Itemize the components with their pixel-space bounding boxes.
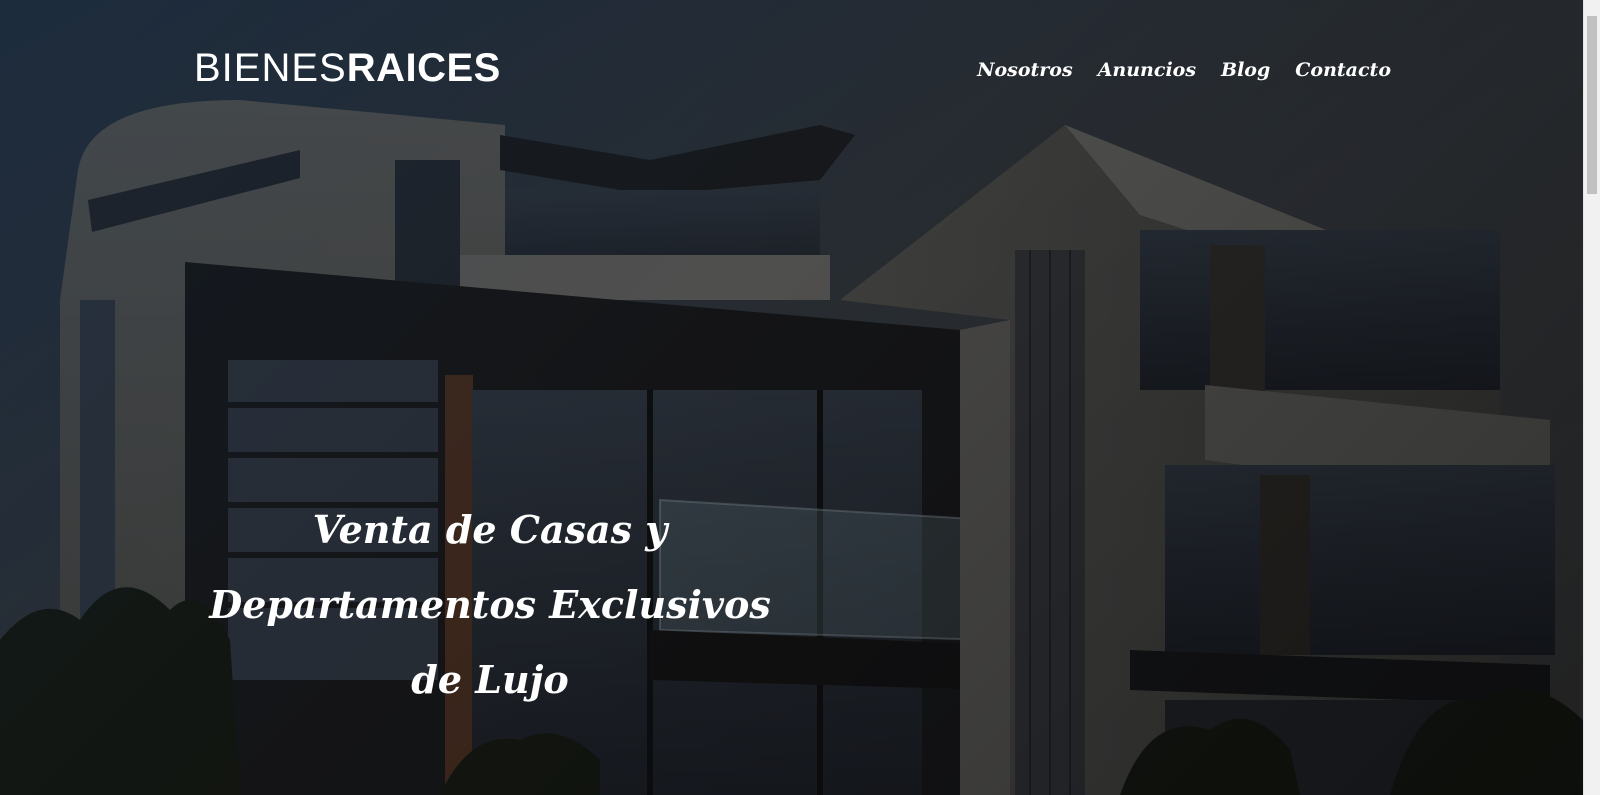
logo-bold-text: RAICES — [346, 46, 501, 90]
page-scrollbar[interactable] — [1583, 0, 1600, 795]
hero-heading: Venta de Casas y Departamentos Exclusivo… — [209, 507, 771, 702]
nav-link-blog[interactable]: Blog — [1221, 55, 1270, 85]
site-logo[interactable]: BIENESRAICES — [194, 40, 501, 96]
nav-link-nosotros[interactable]: Nosotros — [977, 55, 1073, 85]
scrollbar-thumb[interactable] — [1587, 16, 1597, 194]
nav-link-anuncios[interactable]: Anuncios — [1098, 55, 1196, 85]
site-header: BIENESRAICES Nosotros Anuncios Blog Cont… — [0, 0, 1583, 130]
main-navigation: Nosotros Anuncios Blog Contacto — [977, 55, 1391, 85]
hero-section: BIENESRAICES Nosotros Anuncios Blog Cont… — [0, 0, 1583, 795]
nav-link-contacto[interactable]: Contacto — [1295, 55, 1391, 85]
logo-light-text: BIENES — [194, 46, 347, 90]
